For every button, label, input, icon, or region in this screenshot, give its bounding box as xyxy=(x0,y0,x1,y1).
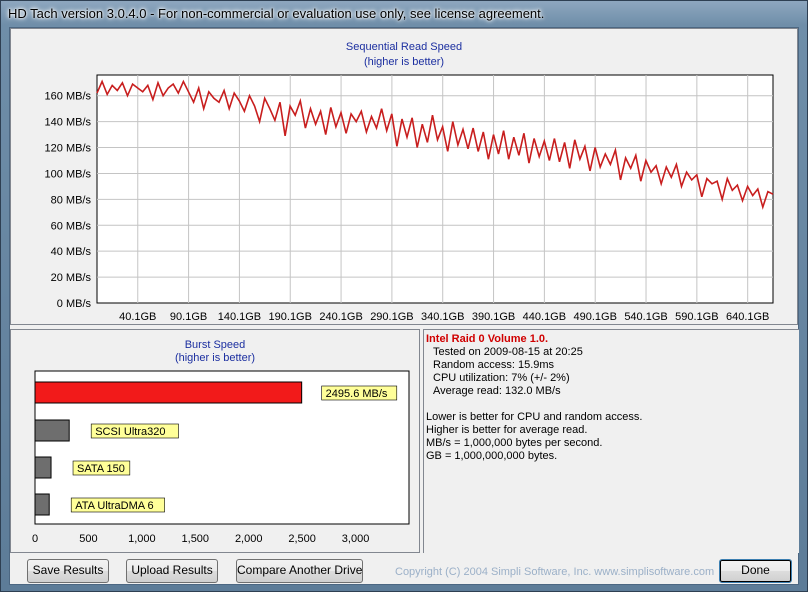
y-tick-label: 120 MB/s xyxy=(45,143,92,155)
x-tick-label: 240.1GB xyxy=(319,311,362,323)
burst-bar-label: 2495.6 MB/s xyxy=(326,388,388,400)
x-tick-label: 340.1GB xyxy=(421,311,464,323)
average-read: Average read: 132.0 MB/s xyxy=(433,385,561,397)
burst-chart-panel: Burst Speed (higher is better) 2495.6 MB… xyxy=(10,329,420,553)
x-tick-label: 390.1GB xyxy=(472,311,515,323)
note-gb-definition: GB = 1,000,000,000 bytes. xyxy=(426,450,558,462)
burst-x-tick-label: 2,500 xyxy=(288,533,316,545)
y-tick-label: 20 MB/s xyxy=(51,272,92,284)
window-title: HD Tach version 3.0.4.0 - For non-commer… xyxy=(8,6,545,21)
y-tick-label: 100 MB/s xyxy=(45,168,92,180)
title-bar[interactable]: HD Tach version 3.0.4.0 - For non-commer… xyxy=(1,1,807,27)
burst-x-tick-label: 0 xyxy=(32,533,38,545)
sequential-chart-panel: Sequential Read Speed (higher is better)… xyxy=(10,28,798,325)
note-cpu-random: Lower is better for CPU and random acces… xyxy=(426,411,643,423)
drive-name: Intel Raid 0 Volume 1.0. xyxy=(426,333,549,345)
cpu-utilization: CPU utilization: 7% (+/- 2%) xyxy=(433,372,570,384)
y-tick-label: 0 MB/s xyxy=(57,298,92,310)
burst-bar-label: SCSI Ultra320 xyxy=(95,426,165,438)
y-tick-label: 140 MB/s xyxy=(45,117,92,129)
burst-bar-label: ATA UltraDMA 6 xyxy=(75,500,153,512)
upload-results-button[interactable]: Upload Results xyxy=(126,559,218,583)
burst-bar-reference xyxy=(34,493,50,516)
x-tick-label: 590.1GB xyxy=(675,311,718,323)
y-tick-label: 160 MB/s xyxy=(45,91,92,103)
copyright-text: Copyright (C) 2004 Simpli Software, Inc.… xyxy=(395,566,715,578)
burst-x-tick-label: 2,000 xyxy=(235,533,263,545)
random-access: Random access: 15.9ms xyxy=(433,359,555,371)
note-mbs-definition: MB/s = 1,000,000 bytes per second. xyxy=(426,437,603,449)
y-tick-label: 60 MB/s xyxy=(51,220,92,232)
x-tick-label: 440.1GB xyxy=(523,311,566,323)
x-tick-label: 290.1GB xyxy=(370,311,413,323)
burst-x-tick-label: 3,000 xyxy=(342,533,370,545)
burst-x-tick-label: 500 xyxy=(79,533,97,545)
x-tick-label: 40.1GB xyxy=(119,311,156,323)
x-tick-label: 540.1GB xyxy=(624,311,667,323)
x-tick-label: 140.1GB xyxy=(218,311,261,323)
burst-x-tick-label: 1,000 xyxy=(128,533,156,545)
burst-x-tick-label: 1,500 xyxy=(182,533,210,545)
x-tick-label: 640.1GB xyxy=(726,311,769,323)
y-tick-label: 80 MB/s xyxy=(51,194,92,206)
tested-on: Tested on 2009-08-15 at 20:25 xyxy=(433,346,583,358)
client-area: Sequential Read Speed (higher is better)… xyxy=(9,27,799,585)
x-tick-label: 490.1GB xyxy=(573,311,616,323)
save-results-button[interactable]: Save Results xyxy=(27,559,109,583)
burst-speed-chart: 2495.6 MB/s SCSI Ultra320 SATA 150 ATA Ultr… xyxy=(32,370,410,545)
burst-bar-reference xyxy=(34,456,52,479)
x-tick-label: 190.1GB xyxy=(269,311,312,323)
done-button[interactable]: Done xyxy=(719,559,792,583)
x-tick-label: 90.1GB xyxy=(170,311,207,323)
burst-bar-result xyxy=(34,381,303,404)
y-tick-label: 40 MB/s xyxy=(51,246,92,258)
app-window: HD Tach version 3.0.4.0 - For non-commer… xyxy=(0,0,808,592)
results-info-panel: Intel Raid 0 Volume 1.0. Tested on 2009-… xyxy=(423,329,799,553)
sequential-read-chart: 0 MB/s 20 MB/s 40 MB/s 60 MB/s 80 MB/s 100 MB… xyxy=(45,74,774,323)
note-average-read: Higher is better for average read. xyxy=(426,424,588,436)
burst-bar-label: SATA 150 xyxy=(77,463,125,475)
burst-bar-reference xyxy=(34,419,70,442)
compare-another-drive-button[interactable]: Compare Another Drive xyxy=(236,559,363,583)
plot-area xyxy=(96,74,774,304)
